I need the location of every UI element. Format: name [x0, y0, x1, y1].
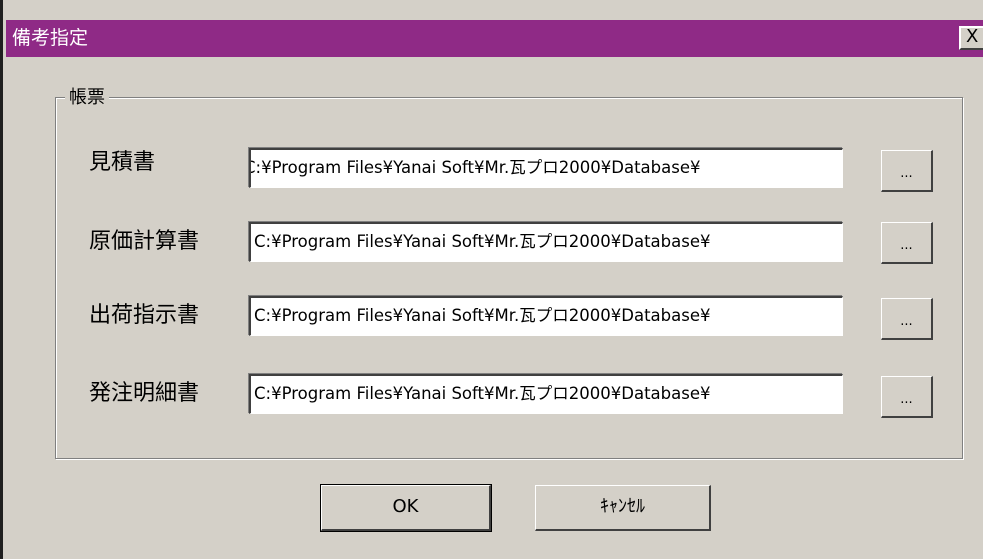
dialog-window: 備考指定 X 帳票 見積書 C:¥Program Files¥Yanai Sof… — [0, 0, 983, 559]
row-label-estimate: 見積書 — [89, 150, 156, 175]
row-label-order-details: 発注明細書 — [89, 381, 200, 406]
cancel-button[interactable]: ｷｬﾝｾﾙ — [535, 485, 711, 531]
shipping-instruction-path-field[interactable]: C:¥Program Files¥Yanai Soft¥Mr.瓦プロ2000¥D… — [249, 296, 843, 336]
estimate-browse-button[interactable]: ... — [881, 150, 933, 192]
groupbox-label: 帳票 — [65, 87, 109, 109]
cost-calculation-path-field[interactable]: C:¥Program Files¥Yanai Soft¥Mr.瓦プロ2000¥D… — [249, 222, 843, 262]
ok-button[interactable]: OK — [320, 484, 492, 532]
row-label-shipping-instruction: 出荷指示書 — [89, 303, 200, 328]
order-details-browse-button[interactable]: ... — [881, 376, 933, 418]
shipping-instruction-browse-button[interactable]: ... — [881, 298, 933, 340]
window-title: 備考指定 — [12, 27, 89, 49]
close-button[interactable]: X — [959, 26, 983, 50]
order-details-path-field[interactable]: C:¥Program Files¥Yanai Soft¥Mr.瓦プロ2000¥D… — [249, 374, 843, 414]
title-bar[interactable]: 備考指定 X — [6, 20, 983, 57]
cost-calculation-browse-button[interactable]: ... — [881, 222, 933, 264]
estimate-path-field[interactable]: C:¥Program Files¥Yanai Soft¥Mr.瓦プロ2000¥D… — [249, 148, 843, 188]
row-label-cost-calculation: 原価計算書 — [89, 229, 200, 254]
